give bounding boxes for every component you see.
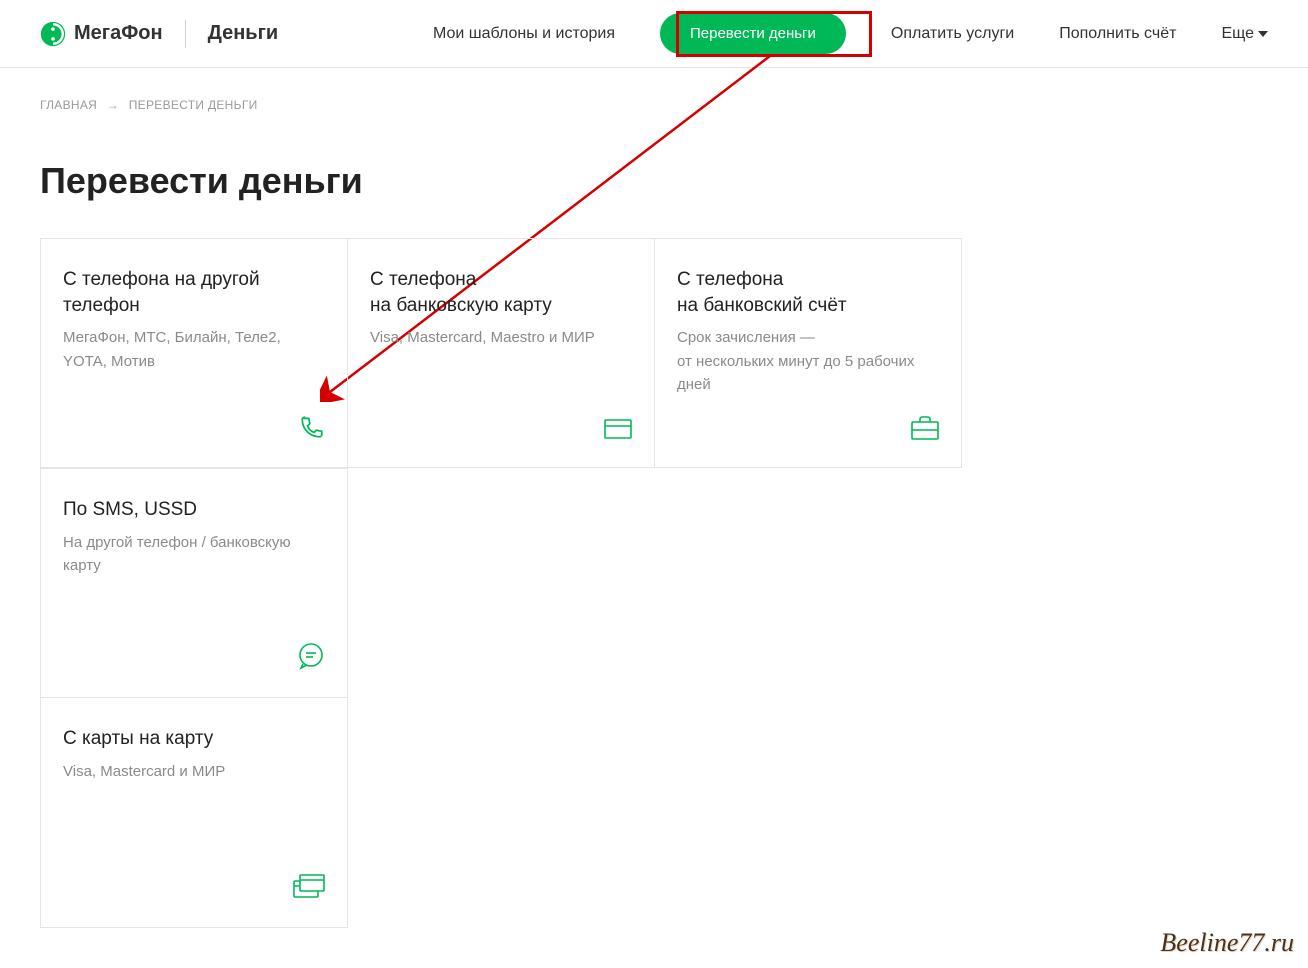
nav-pay[interactable]: Оплатить услуги: [891, 25, 1014, 43]
logo[interactable]: МегаФон: [40, 21, 163, 47]
breadcrumb: ГЛАВНАЯ → ПЕРЕВЕСТИ ДЕНЬГИ: [40, 98, 1268, 112]
megafon-logo-icon: [40, 21, 66, 47]
card-title: С телефонана банковскую карту: [370, 267, 632, 318]
card-desc: Срок зачисления —от нескольких минут до …: [677, 326, 939, 396]
page-title: Перевести деньги: [40, 160, 1268, 202]
content: ГЛАВНАЯ → ПЕРЕВЕСТИ ДЕНЬГИ Перевести ден…: [0, 68, 1308, 968]
card-desc: МегаФон, МТС, Билайн, Теле2, YOTA, Мотив: [63, 326, 325, 373]
card-desc: Visa, Mastercard и МИР: [63, 760, 325, 783]
card-phone-to-account[interactable]: С телефонана банковский счёт Срок зачисл…: [655, 238, 962, 468]
chevron-down-icon: [1258, 31, 1268, 37]
nav-more-label: Еще: [1221, 25, 1254, 43]
nav-topup[interactable]: Пополнить счёт: [1059, 25, 1176, 43]
nav-more[interactable]: Еще: [1221, 25, 1268, 43]
divider: [185, 20, 186, 48]
card-sms-ussd[interactable]: По SMS, USSD На другой телефон / банковс…: [41, 468, 348, 698]
breadcrumb-current: ПЕРЕВЕСТИ ДЕНЬГИ: [129, 98, 258, 112]
card-phone-to-phone[interactable]: С телефона на другой телефон МегаФон, МТ…: [41, 238, 348, 468]
nav-transfer-button[interactable]: Перевести деньги: [660, 13, 846, 54]
breadcrumb-sep: →: [107, 98, 119, 112]
cards-row-1: С телефона на другой телефон МегаФон, МТ…: [40, 238, 1268, 698]
card-title: По SMS, USSD: [63, 497, 325, 523]
header: МегаФон Деньги Мои шаблоны и история Пер…: [0, 0, 1308, 68]
phone-icon: [299, 414, 325, 445]
briefcase-icon: [911, 416, 939, 445]
section-label[interactable]: Деньги: [208, 22, 279, 45]
card-desc: На другой телефон / банковскую карту: [63, 531, 325, 578]
card-phone-to-card[interactable]: С телефонана банковскую карту Visa, Mast…: [348, 238, 655, 468]
card-title: С телефона на другой телефон: [63, 267, 325, 318]
cards-stack-icon: [293, 874, 325, 905]
chat-icon: [297, 642, 325, 675]
watermark: Beeline77.ru: [1160, 928, 1294, 958]
nav-templates[interactable]: Мои шаблоны и история: [433, 25, 615, 43]
card-title: С телефонана банковский счёт: [677, 267, 939, 318]
card-icon: [604, 418, 632, 445]
breadcrumb-home[interactable]: ГЛАВНАЯ: [40, 98, 97, 112]
card-desc: Visa, Mastercard, Maestro и МИР: [370, 326, 632, 349]
cards-row-2: С карты на карту Visa, Mastercard и МИР: [40, 698, 1268, 928]
main-nav: Мои шаблоны и история Перевести деньги О…: [433, 13, 1268, 54]
brand-name: МегаФон: [74, 22, 163, 45]
card-card-to-card[interactable]: С карты на карту Visa, Mastercard и МИР: [41, 698, 348, 928]
